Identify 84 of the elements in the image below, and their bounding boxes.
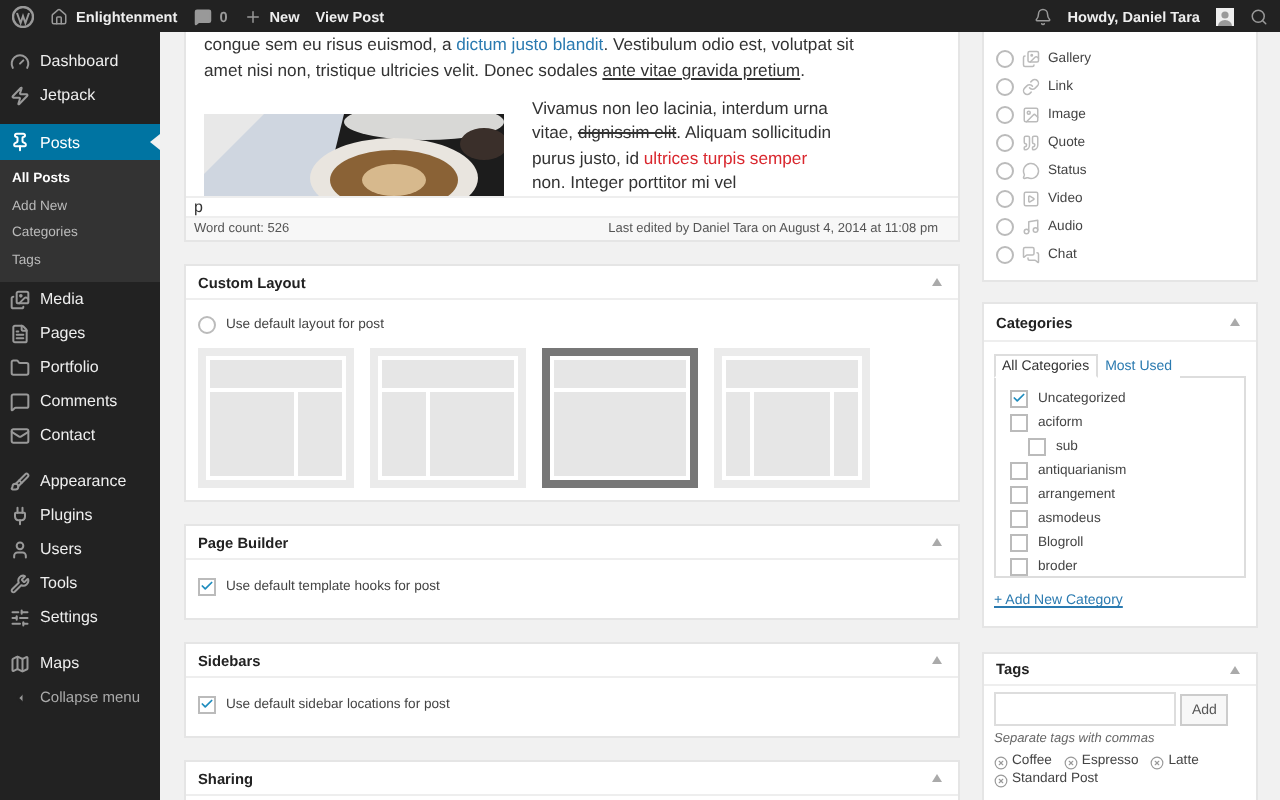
menu-item[interactable]: Settings	[0, 600, 160, 634]
collapse-arrow-icon[interactable]	[932, 774, 942, 782]
menu-icon	[10, 539, 30, 559]
format-icon	[1022, 189, 1040, 207]
radio-button[interactable]	[996, 77, 1014, 95]
menu-item[interactable]: Media	[0, 282, 160, 316]
menu-icon	[10, 357, 30, 377]
radio-button[interactable]	[996, 245, 1014, 263]
menu-item[interactable]: Users	[0, 532, 160, 566]
menu-icon	[10, 425, 30, 445]
radio-button[interactable]	[996, 105, 1014, 123]
avatar-icon[interactable]	[1216, 7, 1234, 25]
layout-drawing	[378, 356, 518, 480]
tag-input-field[interactable]	[994, 692, 1176, 726]
menu-item[interactable]: Posts	[0, 124, 160, 160]
format-icon	[1022, 133, 1040, 151]
menu-icon	[10, 471, 30, 491]
collapse-arrow-icon[interactable]	[932, 278, 942, 286]
menu-icon	[10, 607, 30, 627]
menu-icon	[10, 391, 30, 411]
menu-icon	[10, 85, 30, 105]
menu-item[interactable]: Contact	[0, 418, 160, 452]
menu-icon	[10, 51, 30, 71]
radio-button[interactable]	[996, 217, 1014, 235]
format-icon	[1022, 245, 1040, 263]
checkbox[interactable]	[1010, 389, 1028, 407]
remove-tag-icon[interactable]	[994, 755, 1008, 769]
paragraph: Vivamus non leo lacinia, interdum urna vitae, dignissim elit. Aliquam sollicitudin purus justo, id ultrices turpis semper non. Integer porttitor mi vel	[532, 96, 832, 196]
menu-item[interactable]: Dashboard	[0, 44, 160, 78]
menu-item[interactable]: Tools	[0, 566, 160, 600]
checkbox[interactable]	[1010, 533, 1028, 551]
format-icon	[1022, 49, 1040, 67]
menu-icon	[10, 573, 30, 593]
radio-button[interactable]	[996, 161, 1014, 179]
format-icon	[1022, 105, 1040, 123]
menu-item[interactable]: Jetpack	[0, 78, 160, 112]
menu-item[interactable]: Comments	[0, 384, 160, 418]
menu-item[interactable]: Plugins	[0, 498, 160, 532]
menu-icon	[10, 132, 30, 152]
checkbox[interactable]	[1010, 461, 1028, 479]
checkbox[interactable]	[1010, 509, 1028, 527]
radio-button[interactable]	[996, 49, 1014, 67]
checkbox[interactable]	[1028, 437, 1046, 455]
menu-icon	[10, 323, 30, 343]
search-icon[interactable]	[1250, 7, 1268, 25]
menu-item[interactable]: Portfolio	[0, 350, 160, 384]
menu-item[interactable]: Pages	[0, 316, 160, 350]
radio-button[interactable]	[198, 315, 216, 333]
remove-tag-icon[interactable]	[994, 773, 1008, 787]
remove-tag-icon[interactable]	[1150, 755, 1165, 769]
menu-item[interactable]: Maps	[0, 646, 160, 680]
layout-drawing	[206, 356, 346, 480]
checkbox[interactable]	[198, 577, 216, 595]
checkbox[interactable]	[1010, 485, 1028, 503]
post-editor[interactable]	[184, 32, 960, 242]
home-icon	[50, 7, 68, 25]
radio-button[interactable]	[996, 189, 1014, 207]
layout-drawing	[722, 356, 862, 480]
format-icon	[1022, 77, 1040, 95]
paragraph: congue sem eu risus euismod, a dictum justo blandit. Vestibulum odio est, volutpat sit amet nisi non, tristique ultricies velit. Donec sodales ante vitae gravida pretium.	[202, 32, 856, 84]
checkbox[interactable]	[1010, 557, 1028, 575]
wordpress-logo-icon[interactable]	[12, 5, 34, 27]
notification-icon[interactable]	[1033, 7, 1052, 25]
plus-icon	[243, 7, 262, 25]
collapse-arrow-icon[interactable]	[1230, 665, 1240, 673]
check-icon	[200, 578, 214, 594]
menu-icon	[10, 289, 30, 309]
collapse-arrow-icon[interactable]	[932, 538, 942, 546]
menu-icon	[10, 505, 30, 525]
menu-item[interactable]: Appearance	[0, 464, 160, 498]
comment-icon	[193, 7, 212, 25]
checkbox[interactable]	[198, 695, 216, 713]
remove-tag-icon[interactable]	[1063, 755, 1078, 769]
menu-icon	[10, 653, 30, 673]
checkbox[interactable]	[1010, 413, 1028, 431]
collapse-arrow-icon[interactable]	[1230, 318, 1240, 326]
layout-drawing	[550, 356, 690, 480]
format-icon	[1022, 217, 1040, 235]
layout-option[interactable]	[542, 348, 698, 488]
check-icon	[200, 696, 214, 712]
format-icon	[1022, 161, 1040, 179]
collapse-arrow-icon[interactable]	[932, 656, 942, 664]
radio-button[interactable]	[996, 133, 1014, 151]
check-icon	[1012, 390, 1026, 406]
